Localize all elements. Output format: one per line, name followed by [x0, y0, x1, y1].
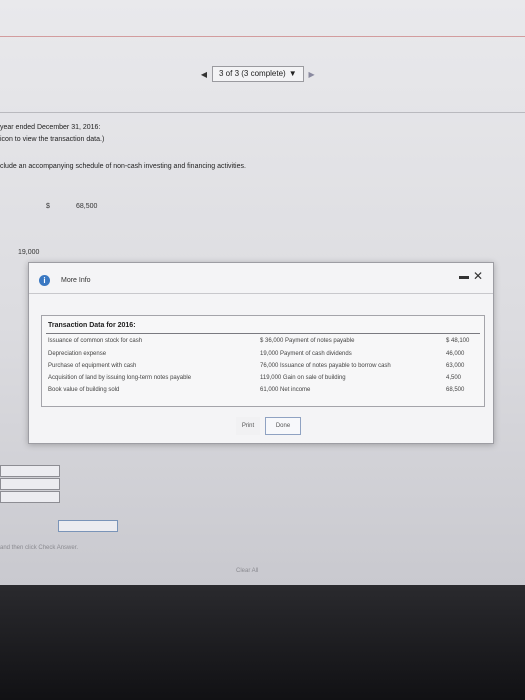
transaction-mid-item: 61,000 Net income: [260, 387, 311, 393]
next-arrow-icon[interactable]: ▶: [304, 67, 320, 81]
amount-field-2[interactable]: 19,000: [18, 249, 39, 256]
dialog-title: More Info: [61, 277, 91, 284]
transaction-right-value: 68,500: [446, 387, 465, 393]
more-info-dialog: i More Info ▬ ✕ Transaction Data for 201…: [28, 262, 494, 444]
answer-input[interactable]: [0, 465, 60, 477]
previous-arrow-icon[interactable]: ◀: [196, 67, 212, 81]
transaction-mid-item: 76,000 Issuance of notes payable to borr…: [260, 363, 391, 369]
separator: [0, 112, 525, 113]
transaction-right-value: 4,500: [446, 375, 462, 381]
transaction-right-value: $ 48,100: [446, 338, 470, 344]
minimize-icon[interactable]: ▬: [459, 271, 469, 282]
question-line-1: year ended December 31, 2016:: [0, 124, 101, 131]
transaction-data-panel: Transaction Data for 2016: Issuance of c…: [41, 315, 485, 407]
transaction-left-item: Book value of building sold: [48, 387, 120, 393]
amount-field[interactable]: 68,500: [76, 203, 97, 210]
currency-symbol: $: [46, 203, 50, 210]
pager-label[interactable]: 3 of 3 (3 complete) ▼: [212, 66, 304, 82]
transaction-left-item: Acquisition of land by issuing long-term…: [48, 375, 192, 381]
answer-input[interactable]: [58, 520, 118, 532]
monitor-bezel: [0, 585, 525, 700]
info-icon: i: [39, 275, 50, 286]
answer-input[interactable]: [0, 478, 60, 490]
transaction-right-value: 63,000: [446, 363, 465, 369]
print-button[interactable]: Print: [236, 417, 260, 435]
transaction-mid-item: 119,000 Gain on sale of building: [260, 375, 346, 381]
clear-all-button[interactable]: Clear All: [236, 568, 258, 574]
instruction-text: and then click Check Answer.: [0, 545, 79, 551]
transaction-mid-item: 19,000 Payment of cash dividends: [260, 351, 352, 357]
transaction-left-item: Issuance of common stock for cash: [48, 338, 143, 344]
transaction-left-item: Depreciation expense: [48, 351, 107, 357]
transaction-left-item: Purchase of equipment with cash: [48, 363, 137, 369]
transaction-mid-item: $ 36,000 Payment of notes payable: [260, 338, 355, 344]
question-line-2: icon to view the transaction data.): [0, 136, 105, 143]
question-line-3: clude an accompanying schedule of non-ca…: [0, 163, 246, 170]
screen: ◀ 3 of 3 (3 complete) ▼ ▶ year ended Dec…: [0, 0, 525, 585]
close-icon[interactable]: ✕: [473, 269, 483, 283]
transaction-right-value: 46,000: [446, 351, 465, 357]
top-accent-line: [0, 36, 525, 37]
dropdown-caret-icon: ▼: [288, 69, 297, 78]
panel-rule: [46, 333, 480, 334]
question-pager: ◀ 3 of 3 (3 complete) ▼ ▶: [196, 66, 320, 82]
pager-text: 3 of 3 (3 complete): [219, 69, 286, 78]
answer-input[interactable]: [0, 491, 60, 503]
done-button[interactable]: Done: [265, 417, 301, 435]
panel-title: Transaction Data for 2016:: [48, 322, 136, 329]
dialog-header: i More Info ▬ ✕: [29, 263, 493, 294]
